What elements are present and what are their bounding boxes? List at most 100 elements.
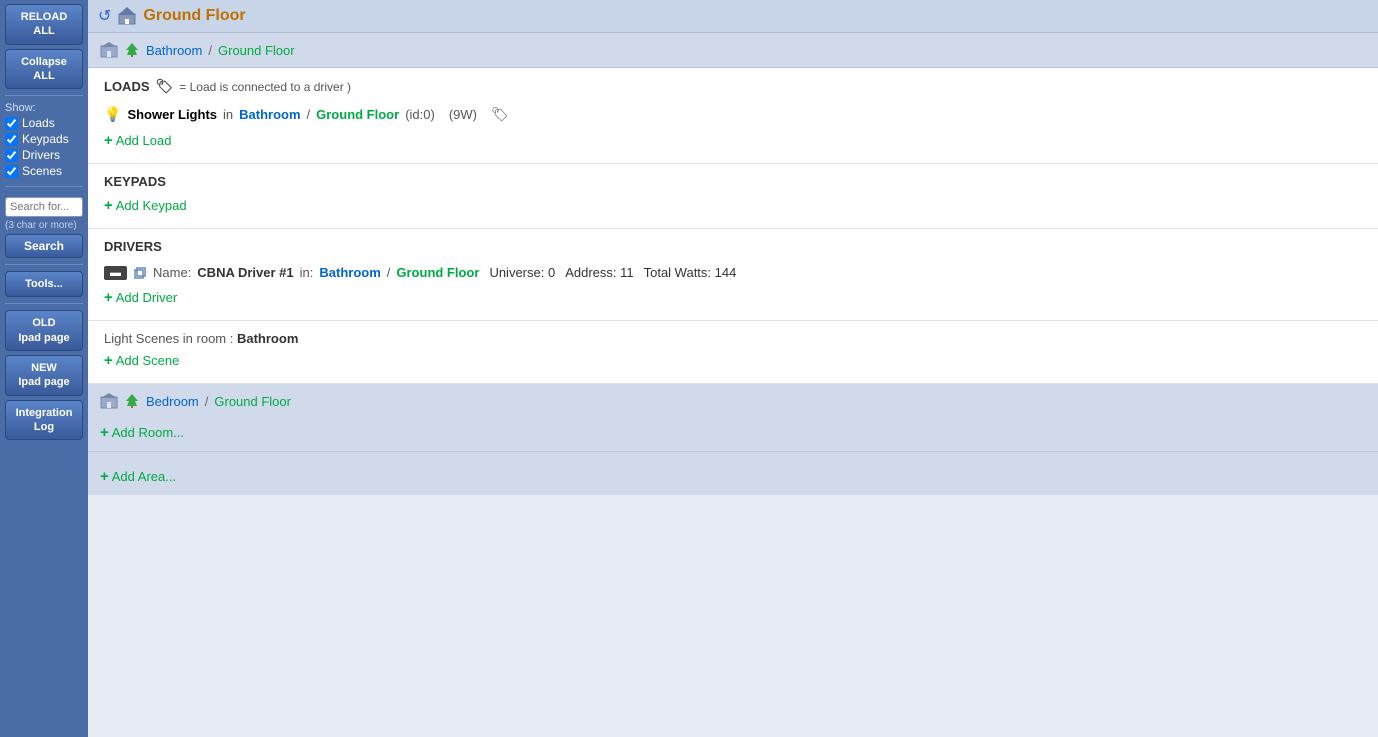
driver-item-cbna: ▬ Name: CBNA Driver #1 in: Bathroom / Gr… [104,262,1362,283]
search-button[interactable]: Search [5,234,83,258]
add-load-link[interactable]: + Add Load [104,132,1362,149]
bedroom-tree-icon [124,393,140,409]
load-tag-icon: 🏷 [491,106,509,123]
add-room-plus-icon: + [100,424,109,441]
load-watts: (9W) [449,107,477,122]
ground-floor-link-2[interactable]: Ground Floor [214,394,291,409]
sidebar-divider-3 [5,264,83,265]
add-scene-label: Add Scene [116,353,180,368]
show-section: Show: Loads Keypads Drivers Scenes [5,102,83,180]
reload-all-button[interactable]: RELOAD ALL [5,4,83,45]
load-in-text: in [223,107,233,122]
main-content: ↺ Ground Floor Bathroom / Ground Floor L… [88,0,1378,737]
scenes-room-name: Bathroom [237,331,298,346]
show-label: Show: [5,102,83,114]
add-driver-plus-icon: + [104,289,113,306]
add-area-section: + Add Area... [88,452,1378,495]
driver-universe: Universe: 0 [489,265,555,280]
search-hint: (3 char or more) [5,219,83,232]
keypads-title-text: KEYPADS [104,174,166,189]
add-room-link[interactable]: + Add Room... [100,424,1366,441]
add-room-label: Add Room... [112,425,184,440]
loads-title-text: LOADS [104,79,150,94]
driver-copy-icon [133,266,147,280]
loads-checkbox[interactable] [5,117,18,130]
integration-log-button[interactable]: IntegrationLog [5,400,83,441]
tools-button[interactable]: Tools... [5,271,83,297]
sidebar: RELOAD ALL Collapse ALL Show: Loads Keyp… [0,0,88,737]
keypads-checkbox-item: Keypads [5,132,83,146]
driver-in-text: in: [300,265,314,280]
driver-floor-link[interactable]: Ground Floor [396,265,479,280]
add-scene-link[interactable]: + Add Scene [104,352,1362,369]
scenes-checkbox-item: Scenes [5,164,83,178]
load-floor-link[interactable]: Ground Floor [316,107,399,122]
bathroom-link[interactable]: Bathroom [146,43,202,58]
add-area-link[interactable]: + Add Area... [100,468,1366,485]
sidebar-divider-2 [5,186,83,187]
search-box: (3 char or more) Search [5,197,83,258]
scenes-prefix: Light Scenes in room : [104,331,233,346]
loads-description: = Load is connected to a driver ) [179,80,351,94]
load-id: (id:0) [405,107,435,122]
driver-address: Address: 11 [565,265,633,280]
old-ipad-button[interactable]: OLDIpad page [5,310,83,351]
add-area-plus-icon: + [100,468,109,485]
add-keypad-link[interactable]: + Add Keypad [104,197,1362,214]
add-room-line: + Add Room... [100,416,1366,443]
driver-room-link[interactable]: Bathroom [319,265,380,280]
add-keypad-plus-icon: + [104,197,113,214]
scenes-section: Light Scenes in room : Bathroom + Add Sc… [88,321,1378,384]
bathroom-slash: / [208,43,212,58]
reload-icon: ↺ [98,6,111,26]
bedroom-room-icon [100,392,118,410]
keypads-section: KEYPADS + Add Keypad [88,164,1378,229]
driver-hw-icon: ▬ [104,266,127,280]
add-scene-plus-icon: + [104,352,113,369]
collapse-all-button[interactable]: Collapse ALL [5,49,83,90]
bedroom-slash: / [205,394,209,409]
add-load-plus-icon: + [104,132,113,149]
ground-floor-link-1[interactable]: Ground Floor [218,43,295,58]
drivers-checkbox[interactable] [5,149,18,162]
add-driver-link[interactable]: + Add Driver [104,289,1362,306]
scenes-checkbox[interactable] [5,165,18,178]
floor-icon [117,6,137,26]
driver-name-label: Name: [153,265,191,280]
bathroom-tree-icon [124,42,140,58]
keypads-label: Keypads [22,132,69,146]
driver-slash: / [387,265,391,280]
add-area-label: Add Area... [112,469,176,484]
page-title: Ground Floor [143,7,245,25]
loads-label: Loads [22,116,55,130]
load-item-shower: 💡 Shower Lights in Bathroom / Ground Flo… [104,103,1362,126]
loads-checkbox-item: Loads [5,116,83,130]
add-driver-label: Add Driver [116,290,177,305]
scenes-header: Light Scenes in room : Bathroom [104,331,1362,346]
driver-watts: Total Watts: 144 [644,265,737,280]
bathroom-room-icon [100,41,118,59]
bathroom-room-header: Bathroom / Ground Floor [88,33,1378,68]
drivers-section: DRIVERS ▬ Name: CBNA Driver #1 in: Bathr… [88,229,1378,321]
scenes-label: Scenes [22,164,62,178]
page-header: ↺ Ground Floor [88,0,1378,33]
loads-section: LOADS 🏷 = Load is connected to a driver … [88,68,1378,164]
drivers-title-text: DRIVERS [104,239,162,254]
keypads-title: KEYPADS [104,174,1362,189]
driver-name: CBNA Driver #1 [197,265,293,280]
add-keypad-label: Add Keypad [116,198,187,213]
loads-tag-icon: 🏷 [156,78,174,95]
keypads-checkbox[interactable] [5,133,18,146]
sidebar-divider-1 [5,95,83,96]
new-ipad-button[interactable]: NEWIpad page [5,355,83,396]
load-room-link[interactable]: Bathroom [239,107,300,122]
loads-title: LOADS 🏷 = Load is connected to a driver … [104,78,1362,95]
bedroom-link[interactable]: Bedroom [146,394,199,409]
drivers-label: Drivers [22,148,60,162]
bulb-icon: 💡 [104,106,121,123]
drivers-checkbox-item: Drivers [5,148,83,162]
add-load-label: Add Load [116,133,172,148]
search-input[interactable] [5,197,83,217]
bedroom-section: Bedroom / Ground Floor + Add Room... [88,384,1378,452]
sidebar-divider-4 [5,303,83,304]
